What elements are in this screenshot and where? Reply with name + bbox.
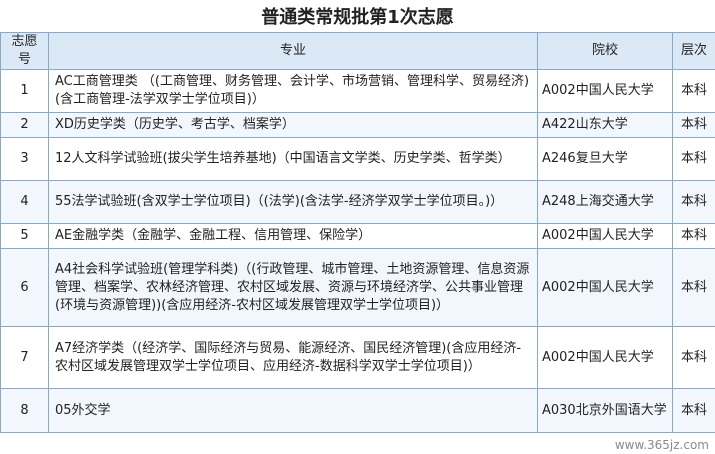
row-number: 1 [0, 69, 49, 113]
row-level: 本科 [672, 223, 715, 249]
table-row: 1 AC工商管理类 （(工商管理、财务管理、会计学、市场营销、管理科学、贸易经济… [0, 69, 715, 113]
table-row: 2 XD历史学类（历史学、考古学、档案学） A422山东大学 本科 [0, 112, 715, 138]
table-row: 8 05外交学 A030北京外国语大学 本科 [0, 388, 715, 433]
row-level: 本科 [672, 112, 715, 138]
table-row: 3 12人文科学试验班(拔尖学生培养基地)（中国语言文学类、历史学类、哲学类） … [0, 137, 715, 181]
row-level: 本科 [672, 137, 715, 181]
row-major: AC工商管理类 （(工商管理、财务管理、会计学、市场营销、管理科学、贸易经济)(… [48, 69, 538, 113]
table-header-row: 志愿号 专业 院校 层次 [0, 32, 715, 70]
row-school: A030北京外国语大学 [537, 388, 673, 433]
row-level: 本科 [672, 248, 715, 327]
row-school: A246复旦大学 [537, 137, 673, 181]
row-level: 本科 [672, 69, 715, 113]
row-level: 本科 [672, 180, 715, 224]
header-level: 层次 [672, 32, 715, 70]
row-major: 55法学试验班(含双学士学位项目)（(法学)(含法学-经济学双学士学位项目。)） [48, 180, 538, 224]
row-number: 5 [0, 223, 49, 249]
table-row: 4 55法学试验班(含双学士学位项目)（(法学)(含法学-经济学双学士学位项目。… [0, 180, 715, 224]
header-major: 专业 [48, 32, 538, 70]
row-major: AE金融学类（金融学、金融工程、信用管理、保险学） [48, 223, 538, 249]
row-major: 12人文科学试验班(拔尖学生培养基地)（中国语言文学类、历史学类、哲学类） [48, 137, 538, 181]
table-row: 5 AE金融学类（金融学、金融工程、信用管理、保险学） A002中国人民大学 本… [0, 223, 715, 249]
row-school: A422山东大学 [537, 112, 673, 138]
row-school: A002中国人民大学 [537, 326, 673, 389]
row-level: 本科 [672, 326, 715, 389]
table-row: 7 A7经济学类（(经济学、国际经济与贸易、能源经济、国民经济管理)(含应用经济… [0, 326, 715, 389]
row-major: A4社会科学试验班(管理学科类)（(行政管理、城市管理、土地资源管理、信息资源管… [48, 248, 538, 327]
row-school: A002中国人民大学 [537, 69, 673, 113]
row-number: 7 [0, 326, 49, 389]
row-major: XD历史学类（历史学、考古学、档案学） [48, 112, 538, 138]
header-school: 院校 [537, 32, 673, 70]
row-major: A7经济学类（(经济学、国际经济与贸易、能源经济、国民经济管理)(含应用经济-农… [48, 326, 538, 389]
table-row: 6 A4社会科学试验班(管理学科类)（(行政管理、城市管理、土地资源管理、信息资… [0, 248, 715, 327]
header-number: 志愿号 [0, 32, 49, 70]
row-school: A248上海交通大学 [537, 180, 673, 224]
row-number: 2 [0, 112, 49, 138]
page-title: 普通类常规批第1次志愿 [261, 7, 454, 28]
row-major: 05外交学 [48, 388, 538, 433]
row-level: 本科 [672, 388, 715, 433]
row-number: 4 [0, 180, 49, 224]
row-number: 8 [0, 388, 49, 433]
site-watermark: www.365jz.com [612, 438, 711, 452]
row-number: 6 [0, 248, 49, 327]
volunteer-table: 志愿号 专业 院校 层次 1 AC工商管理类 （(工商管理、财务管理、会计学、市… [0, 32, 715, 433]
row-number: 3 [0, 137, 49, 181]
row-school: A002中国人民大学 [537, 223, 673, 249]
row-school: A002中国人民大学 [537, 248, 673, 327]
